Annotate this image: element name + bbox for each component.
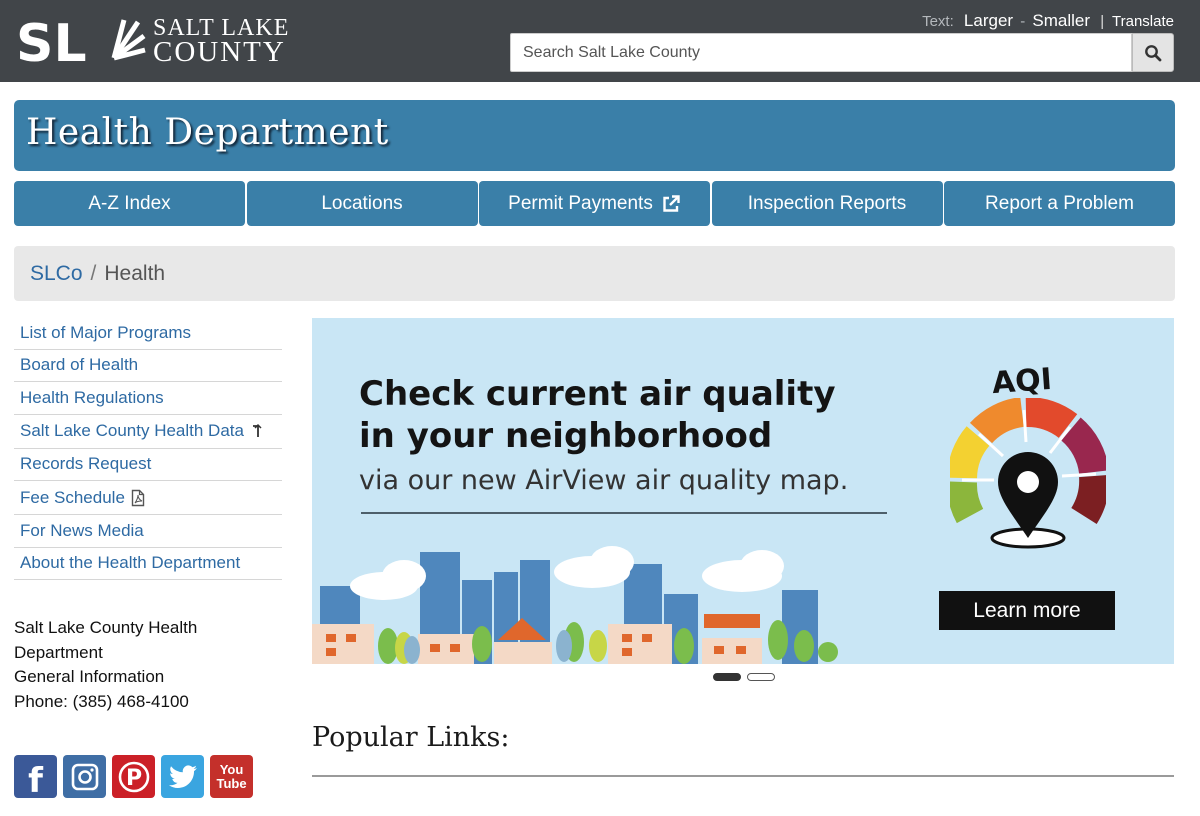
sidebar-item-health-regulations[interactable]: Health Regulations bbox=[14, 382, 282, 415]
pinterest-glyph: P bbox=[118, 761, 149, 792]
sidebar-item-news-media[interactable]: For News Media bbox=[14, 515, 282, 548]
logo-wordmark: SALT LAKE COUNTY bbox=[153, 16, 289, 68]
text-smaller-link[interactable]: Smaller bbox=[1032, 11, 1090, 30]
sidebar-item-label: About the Health Department bbox=[20, 553, 241, 573]
nav-permit-payments[interactable]: Permit Payments bbox=[479, 181, 710, 226]
svg-text:P: P bbox=[125, 766, 141, 791]
youtube-icon[interactable]: You Tube bbox=[210, 755, 253, 798]
breadcrumb-separator: / bbox=[90, 262, 97, 285]
contact-info: Salt Lake County Health Department Gener… bbox=[14, 616, 264, 714]
carousel-dot-1[interactable] bbox=[713, 673, 741, 681]
city-skyline-illustration bbox=[312, 546, 838, 664]
page-title: Health Department bbox=[26, 112, 389, 153]
breadcrumb-slco-link[interactable]: SLCo bbox=[30, 262, 83, 285]
logo-mark: SL bbox=[16, 14, 146, 74]
sidebar-item-about[interactable]: About the Health Department bbox=[14, 548, 282, 580]
twitter-icon[interactable] bbox=[161, 755, 204, 798]
sidebar-item-board-of-health[interactable]: Board of Health bbox=[14, 350, 282, 382]
nav-label: Inspection Reports bbox=[747, 192, 907, 214]
aqi-gauge-icon bbox=[950, 398, 1106, 549]
learn-more-button[interactable]: Learn more bbox=[939, 591, 1115, 630]
contact-line: General Information bbox=[14, 667, 165, 686]
text-larger-link[interactable]: Larger bbox=[964, 11, 1013, 30]
banner-headline: Check current air quality in your neighb… bbox=[359, 373, 835, 457]
breadcrumb-current: Health bbox=[104, 262, 166, 285]
salt-lake-county-logo[interactable]: SL SALT LAKE COUNTY bbox=[16, 14, 296, 74]
air-quality-banner[interactable]: Check current air quality in your neighb… bbox=[312, 318, 1174, 664]
sidebar-menu: List of Major Programs Board of Health H… bbox=[14, 317, 282, 580]
sidebar-item-health-data[interactable]: Salt Lake County Health Data bbox=[14, 415, 282, 449]
pinterest-icon[interactable]: P bbox=[112, 755, 155, 798]
search-input[interactable]: Search Salt Lake County bbox=[510, 33, 1132, 72]
nav-az-index[interactable]: A-Z Index bbox=[14, 181, 245, 226]
main-nav: A-Z Index Locations Permit Payments Insp… bbox=[14, 181, 1175, 226]
top-bar: SL SALT LAKE COUNTY Text: Larger - Small… bbox=[0, 0, 1200, 82]
text-size-label: Text: bbox=[922, 13, 954, 30]
nav-label: Locations bbox=[321, 192, 403, 214]
logo-sunburst bbox=[111, 19, 146, 61]
pdf-icon bbox=[131, 489, 145, 506]
sidebar-item-fee-schedule[interactable]: Fee Schedule bbox=[14, 481, 282, 515]
popular-links-heading: Popular Links: bbox=[312, 722, 510, 753]
nav-locations[interactable]: Locations bbox=[246, 181, 478, 226]
sidebar-item-label: For News Media bbox=[20, 520, 144, 540]
breadcrumb: SLCo / Health bbox=[14, 246, 1175, 301]
banner-headline-line-2: in your neighborhood bbox=[359, 416, 773, 456]
nav-report-a-problem[interactable]: Report a Problem bbox=[944, 181, 1175, 226]
contact-line: Salt Lake County Health bbox=[14, 618, 198, 637]
sidebar-item-label: Records Request bbox=[20, 454, 152, 474]
banner-subhead: via our new AirView air quality map. bbox=[359, 465, 849, 496]
sidebar-item-label: Fee Schedule bbox=[20, 487, 125, 507]
sidebar-item-records-request[interactable]: Records Request bbox=[14, 449, 282, 481]
arrow-up-icon bbox=[252, 423, 262, 437]
youtube-glyph: You Tube bbox=[216, 761, 247, 791]
banner-divider bbox=[361, 512, 887, 514]
nav-inspection-reports[interactable]: Inspection Reports bbox=[711, 181, 943, 226]
facebook-icon[interactable]: f bbox=[14, 755, 57, 801]
sidebar-item-label: Health Regulations bbox=[20, 387, 164, 407]
sidebar-item-label: Board of Health bbox=[20, 355, 139, 375]
instagram-icon[interactable] bbox=[63, 755, 106, 798]
social-links: f P You Tube bbox=[14, 755, 253, 801]
twitter-glyph bbox=[168, 764, 197, 788]
sidebar-item-label: List of Major Programs bbox=[20, 322, 191, 342]
nav-label: Permit Payments bbox=[508, 192, 653, 214]
carousel-dot-2[interactable] bbox=[747, 673, 775, 681]
text-size-controls: Text: Larger - Smaller | Translate bbox=[922, 11, 1174, 31]
logo-mark-text: SL bbox=[16, 14, 87, 70]
search-button[interactable] bbox=[1132, 33, 1174, 72]
text-size-separator: - bbox=[1020, 13, 1026, 30]
logo-line-2: COUNTY bbox=[153, 36, 286, 68]
contact-phone: Phone: (385) 468-4100 bbox=[14, 691, 189, 711]
translate-link[interactable]: Translate bbox=[1112, 13, 1174, 30]
carousel-indicators bbox=[713, 673, 775, 681]
contact-line: Department bbox=[14, 642, 103, 662]
sidebar-item-major-programs[interactable]: List of Major Programs bbox=[14, 317, 282, 350]
nav-label: Report a Problem bbox=[985, 192, 1134, 214]
popular-links-divider bbox=[312, 775, 1174, 777]
instagram-glyph bbox=[71, 763, 98, 790]
search-icon bbox=[1145, 44, 1162, 61]
translate-separator: | bbox=[1100, 13, 1105, 30]
department-banner: Health Department bbox=[14, 100, 1175, 171]
banner-headline-line-1: Check current air quality bbox=[359, 374, 836, 414]
nav-label: A-Z Index bbox=[88, 192, 171, 214]
external-link-icon bbox=[663, 194, 680, 212]
aqi-label: AQI bbox=[990, 361, 1054, 402]
sidebar-item-label: Salt Lake County Health Data bbox=[20, 421, 244, 440]
facebook-glyph: f bbox=[28, 760, 43, 801]
